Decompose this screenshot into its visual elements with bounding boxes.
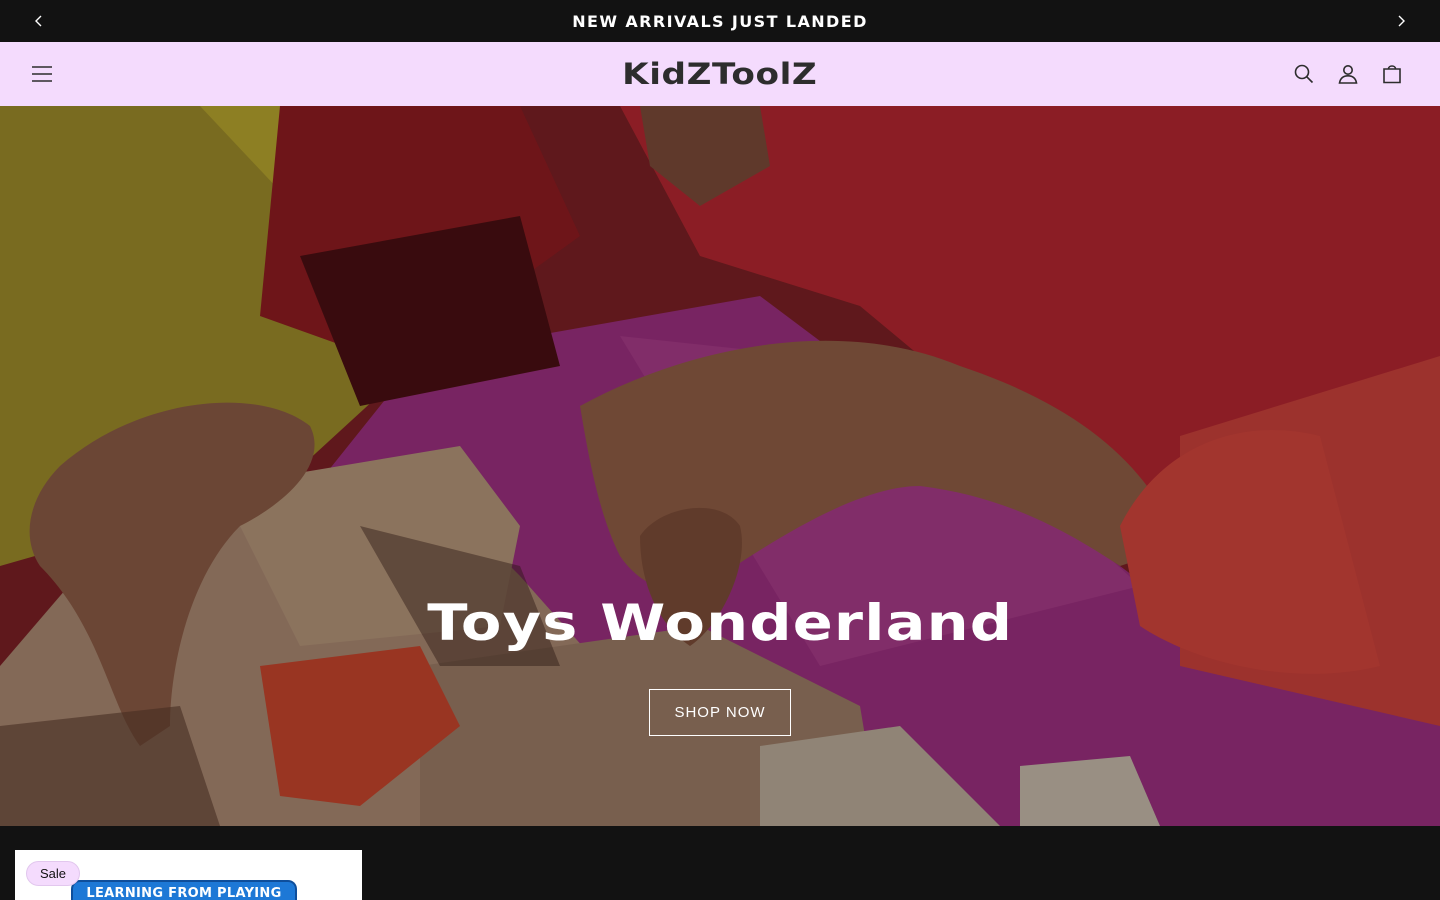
header-icons bbox=[1284, 54, 1412, 94]
hero-banner: Toys Wonderland SHOP NOW bbox=[0, 106, 1440, 826]
announcement-bar: NEW ARRIVALS JUST LANDED bbox=[0, 0, 1440, 42]
product-image[interactable]: LEARNING FROM PLAYING bbox=[71, 880, 297, 900]
account-icon bbox=[1338, 65, 1358, 84]
product-image-text: LEARNING FROM PLAYING bbox=[86, 886, 282, 900]
site-logo[interactable]: KidZToolZ bbox=[622, 57, 817, 91]
hero-title: Toys Wonderland bbox=[0, 594, 1440, 652]
hamburger-icon bbox=[32, 66, 52, 82]
search-icon bbox=[1294, 64, 1314, 84]
sale-badge: Sale bbox=[26, 861, 81, 886]
menu-button[interactable] bbox=[22, 54, 62, 94]
announcement-text[interactable]: NEW ARRIVALS JUST LANDED bbox=[572, 12, 868, 31]
account-button[interactable] bbox=[1328, 54, 1368, 94]
chevron-left-icon bbox=[35, 15, 42, 27]
hero-title-text: Toys Wonderland bbox=[427, 594, 1013, 652]
announcement-prev-button[interactable] bbox=[18, 0, 60, 42]
cart-icon bbox=[1383, 65, 1401, 84]
site-header: KidZToolZ bbox=[0, 42, 1440, 106]
chevron-right-icon bbox=[1398, 15, 1405, 27]
product-section: Sale LEARNING FROM PLAYING bbox=[0, 826, 1440, 900]
announcement-next-button[interactable] bbox=[1380, 0, 1422, 42]
search-button[interactable] bbox=[1284, 54, 1324, 94]
logo-container: KidZToolZ bbox=[0, 42, 1440, 106]
shop-now-button[interactable]: SHOP NOW bbox=[649, 689, 791, 736]
product-card[interactable]: Sale LEARNING FROM PLAYING bbox=[15, 850, 362, 900]
cart-button[interactable] bbox=[1372, 54, 1412, 94]
